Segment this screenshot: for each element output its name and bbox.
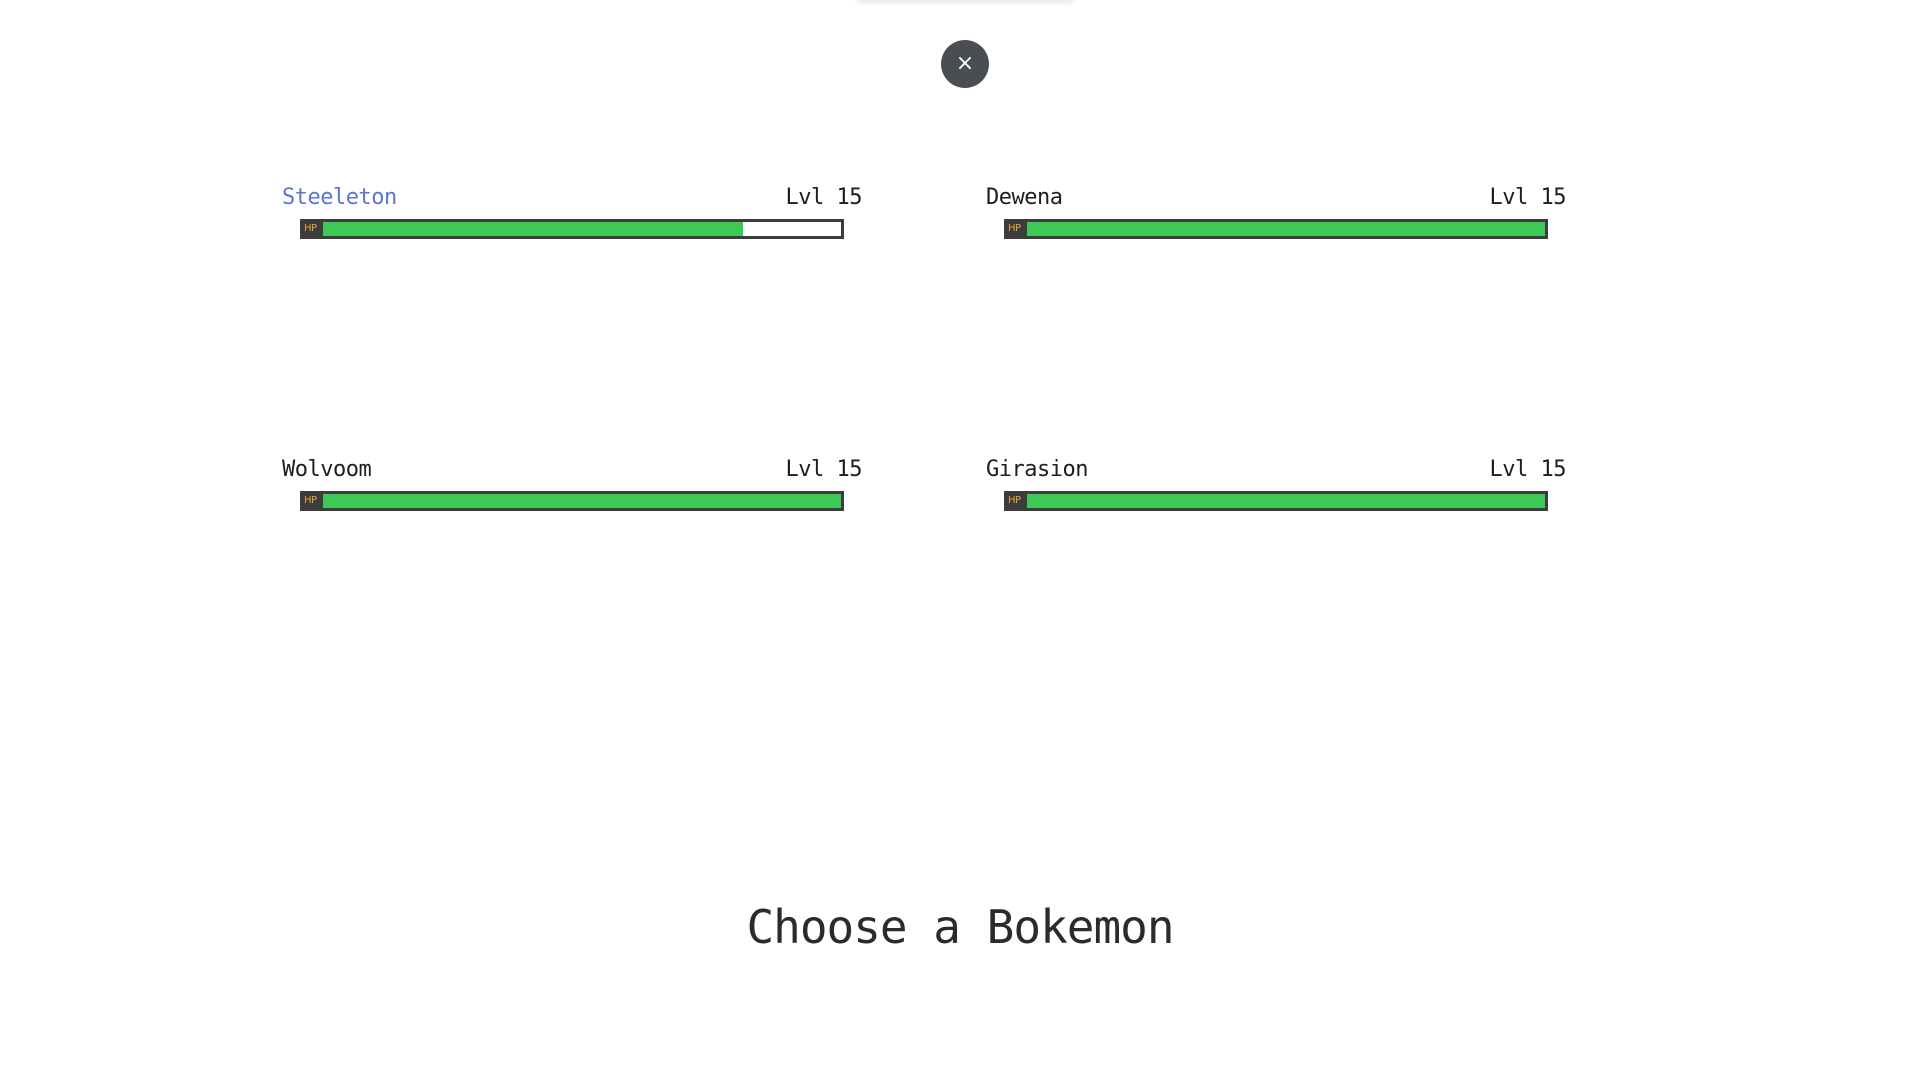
hp-fill: [1027, 494, 1545, 508]
party-slot-1[interactable]: Dewena Lvl 15 HP: [986, 185, 1567, 245]
pokemon-level: Lvl 15: [1489, 457, 1567, 482]
choose-prompt: Choose a Bokemon: [746, 900, 1174, 954]
party-slot-0[interactable]: Steeleton Lvl 15 HP: [282, 185, 863, 245]
hp-label: HP: [1008, 495, 1021, 506]
hp-fill: [323, 222, 743, 236]
hp-bar: HP: [1004, 491, 1548, 511]
pokemon-level: Lvl 15: [785, 185, 863, 210]
hp-track: [323, 222, 841, 236]
pokemon-level: Lvl 15: [785, 457, 863, 482]
hp-track: [323, 494, 841, 508]
hp-bar: HP: [300, 219, 844, 239]
close-button[interactable]: ×: [941, 40, 989, 88]
hp-track: [1027, 494, 1545, 508]
close-icon: ×: [955, 51, 975, 76]
party-slot-3[interactable]: Girasion Lvl 15 HP: [986, 457, 1567, 517]
party-slot-2[interactable]: Wolvoom Lvl 15 HP: [282, 457, 863, 517]
pokemon-name: Steeleton: [282, 185, 397, 210]
pokemon-name: Wolvoom: [282, 457, 372, 482]
pokemon-name: Dewena: [986, 185, 1063, 210]
pokemon-name: Girasion: [986, 457, 1088, 482]
hp-label: HP: [304, 495, 317, 506]
hp-fill: [323, 494, 841, 508]
hp-bar: HP: [1004, 219, 1548, 239]
hp-track: [1027, 222, 1545, 236]
hp-fill: [1027, 222, 1545, 236]
hp-label: HP: [1008, 223, 1021, 234]
pokemon-level: Lvl 15: [1489, 185, 1567, 210]
hp-label: HP: [304, 223, 317, 234]
hp-bar: HP: [300, 491, 844, 511]
